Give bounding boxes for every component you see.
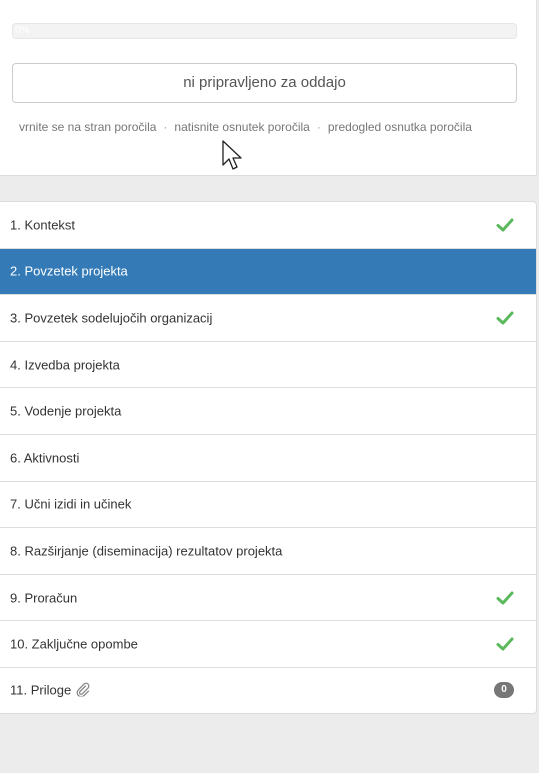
- back-to-report-link[interactable]: vrnite se na stran poročila: [19, 120, 156, 134]
- paperclip-icon: [76, 683, 90, 697]
- section-item[interactable]: 4. Izvedba projekta: [0, 342, 536, 389]
- section-label: 7. Učni izidi in učinek: [10, 496, 132, 512]
- report-sections-list: 1. Kontekst 2. Povzetek projekta 3. Povzet…: [0, 201, 537, 714]
- section-item[interactable]: 2. Povzetek projekta: [0, 248, 536, 296]
- attachments-icon-wrap: [74, 683, 90, 698]
- attachments-count-badge: 0: [494, 682, 514, 699]
- section-item[interactable]: 6. Aktivnosti: [0, 435, 536, 482]
- section-label: 8. Razširjanje (diseminacija) rezultatov…: [10, 543, 283, 559]
- section-item[interactable]: 7. Učni izidi in učinek: [0, 482, 536, 529]
- section-label: 3. Povzetek sodelujočih organizacij: [10, 310, 213, 326]
- section-label: 9. Proračun: [10, 590, 78, 606]
- section-item[interactable]: 3. Povzetek sodelujočih organizacij: [0, 295, 536, 342]
- section-item[interactable]: 10. Zaključne opombe: [0, 621, 536, 668]
- link-separator: ·: [163, 120, 168, 134]
- submit-button[interactable]: ni pripravljeno za oddajo: [12, 63, 517, 103]
- link-separator: ·: [316, 120, 321, 134]
- section-label: 11. Priloge: [10, 682, 72, 698]
- report-links: vrnite se na stran poročila · natisnite os…: [12, 117, 517, 137]
- section-item[interactable]: 11. Priloge 0: [0, 668, 536, 713]
- section-label: 1. Kontekst: [10, 217, 76, 233]
- section-label: 2. Povzetek projekta: [10, 263, 128, 279]
- check-icon: [496, 637, 514, 651]
- report-actions-panel: 0% ni pripravljeno za oddajo vrnite se n…: [0, 0, 537, 176]
- progress-bar: 0%: [12, 23, 517, 39]
- check-icon: [496, 311, 514, 325]
- section-label: 5. Vodenje projekta: [10, 403, 122, 419]
- section-item[interactable]: 1. Kontekst: [0, 202, 536, 249]
- progress-text: 0%: [15, 25, 30, 36]
- mouse-cursor-icon: [222, 140, 242, 170]
- check-icon: [496, 218, 514, 232]
- section-label: 10. Zaključne opombe: [10, 636, 138, 652]
- preview-draft-link[interactable]: predogled osnutka poročila: [328, 120, 472, 134]
- section-label: 6. Aktivnosti: [10, 450, 80, 466]
- print-draft-link[interactable]: natisnite osnutek poročila: [174, 120, 309, 134]
- check-icon: [496, 591, 514, 605]
- section-item[interactable]: 8. Razširjanje (diseminacija) rezultatov…: [0, 528, 536, 575]
- section-item[interactable]: 5. Vodenje projekta: [0, 388, 536, 435]
- section-label: 4. Izvedba projekta: [10, 357, 120, 373]
- section-item[interactable]: 9. Proračun: [0, 575, 536, 622]
